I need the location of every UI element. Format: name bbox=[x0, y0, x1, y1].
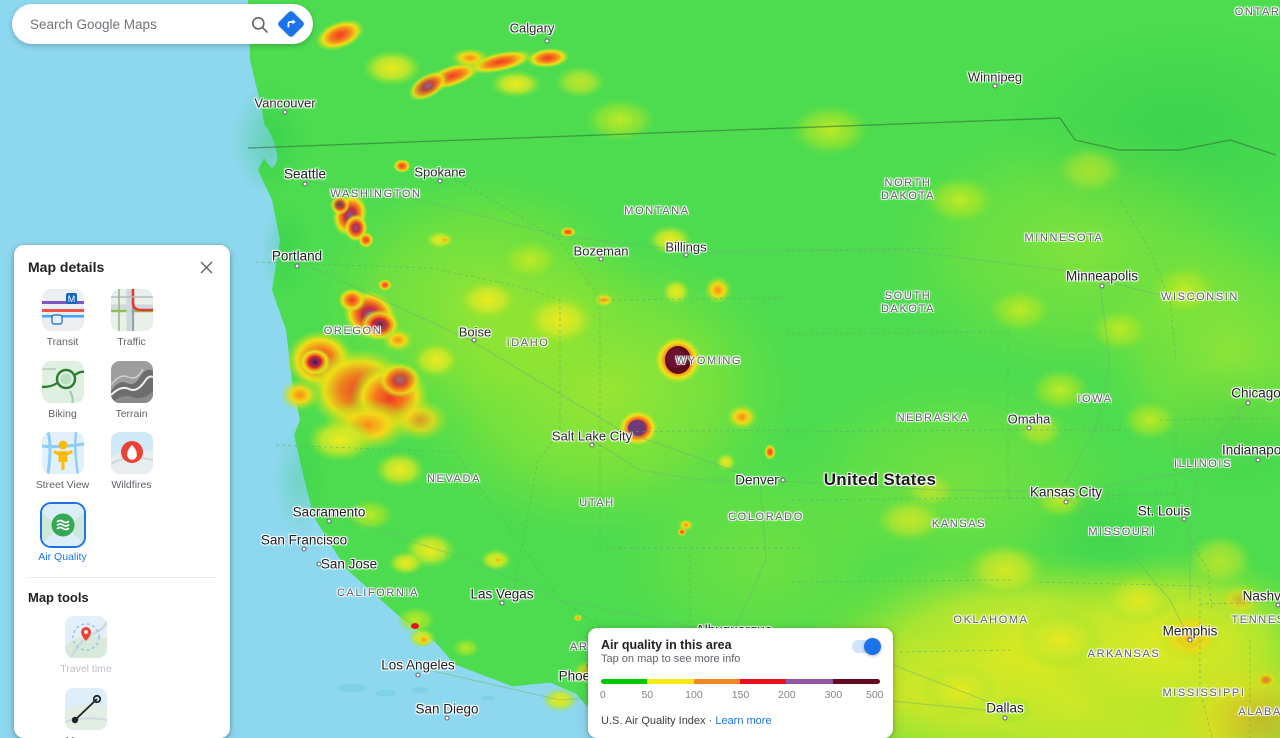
aqi-tick-200: 200 bbox=[778, 689, 796, 701]
biking-icon bbox=[41, 360, 84, 403]
air-quality-icon bbox=[41, 503, 84, 546]
search-input[interactable] bbox=[30, 16, 243, 32]
search-bar[interactable] bbox=[12, 4, 313, 44]
aqi-tick-150: 150 bbox=[731, 689, 750, 701]
svg-text:M: M bbox=[67, 294, 75, 304]
air-quality-legend-card[interactable]: Air quality in this area Tap on map to s… bbox=[588, 628, 893, 738]
layer-tile-wildfires[interactable]: Wildfires bbox=[97, 432, 166, 492]
layer-label-biking: Biking bbox=[48, 407, 77, 420]
aqi-card-subtitle: Tap on map to see more info bbox=[601, 653, 741, 665]
layer-tile-street-view[interactable]: Street View bbox=[28, 432, 97, 492]
panel-title: Map details bbox=[28, 259, 105, 275]
aqi-color-scale bbox=[601, 679, 880, 684]
aqi-tick-0: 0 bbox=[599, 689, 606, 701]
layer-label-wildfires: Wildfires bbox=[111, 479, 152, 492]
search-icon[interactable] bbox=[243, 8, 275, 40]
layer-label-traffic: Traffic bbox=[117, 336, 146, 348]
wildfires-icon bbox=[110, 432, 153, 475]
aqi-card-title: Air quality in this area bbox=[601, 638, 732, 652]
aqi-segment-moderate bbox=[647, 679, 694, 684]
traffic-icon bbox=[110, 289, 153, 331]
aqi-segment-hazardous bbox=[832, 679, 880, 684]
aqi-index-name: U.S. Air Quality Index · bbox=[601, 715, 716, 727]
layer-label-transit: Transit bbox=[46, 336, 79, 348]
aqi-card-footer: U.S. Air Quality Index · Learn more bbox=[601, 715, 880, 727]
layer-tile-traffic[interactable]: Traffic bbox=[97, 289, 166, 349]
close-icon[interactable] bbox=[196, 257, 216, 277]
learn-more-link[interactable]: Learn more bbox=[715, 715, 771, 727]
map-tools-title: Map tools bbox=[28, 590, 89, 606]
tool-tile-measure[interactable]: Measure bbox=[42, 687, 130, 738]
aqi-segment-good bbox=[601, 679, 648, 684]
travel-time-icon bbox=[65, 616, 107, 659]
transit-icon: M bbox=[41, 289, 84, 331]
panel-header: Map details bbox=[28, 257, 216, 277]
air-quality-toggle[interactable] bbox=[852, 637, 881, 655]
map-tools-grid: Travel time Measure bbox=[28, 616, 216, 738]
layer-tile-transit[interactable]: M Transit bbox=[28, 289, 97, 349]
layer-label-street-view: Street View bbox=[35, 479, 90, 492]
aqi-segment-unhealthy-for-sensitive-groups bbox=[693, 679, 740, 684]
measure-icon bbox=[65, 687, 107, 730]
layer-label-air-quality: Air Quality bbox=[38, 550, 87, 563]
aqi-tick-300: 300 bbox=[824, 689, 843, 701]
layer-tile-grid: M Transit Traffic Biking Terrain Street … bbox=[28, 289, 216, 575]
aqi-card-header: Air quality in this area Tap on map to s… bbox=[601, 637, 881, 665]
aqi-tick-500: 500 bbox=[865, 689, 884, 701]
layer-label-terrain: Terrain bbox=[115, 407, 148, 420]
directions-icon[interactable] bbox=[275, 8, 307, 40]
tool-tile-travel-time[interactable]: Travel time bbox=[42, 616, 130, 676]
layer-tile-terrain[interactable]: Terrain bbox=[97, 360, 166, 421]
aqi-segment-unhealthy bbox=[739, 679, 787, 684]
aqi-tick-50: 50 bbox=[641, 689, 654, 701]
divider-1 bbox=[28, 577, 216, 579]
aqi-segment-very-unhealthy bbox=[786, 679, 833, 684]
map-details-panel[interactable]: Map details M Transit Traffic Biking Ter… bbox=[14, 245, 230, 738]
aqi-tick-100: 100 bbox=[685, 689, 703, 701]
aqi-scale-ticks: 0 50 100 150 200 300 500 bbox=[599, 689, 884, 703]
layer-tile-biking[interactable]: Biking bbox=[28, 360, 97, 421]
street-view-icon bbox=[41, 432, 84, 475]
tool-label-travel-time: Travel time bbox=[60, 663, 112, 676]
layer-tile-air-quality[interactable]: Air Quality bbox=[28, 503, 97, 564]
toggle-knob bbox=[864, 637, 881, 655]
google-maps-screen: United StatesONTARIOWASHINGTONNORTHDAKOT… bbox=[0, 0, 1280, 738]
terrain-icon bbox=[110, 360, 153, 403]
